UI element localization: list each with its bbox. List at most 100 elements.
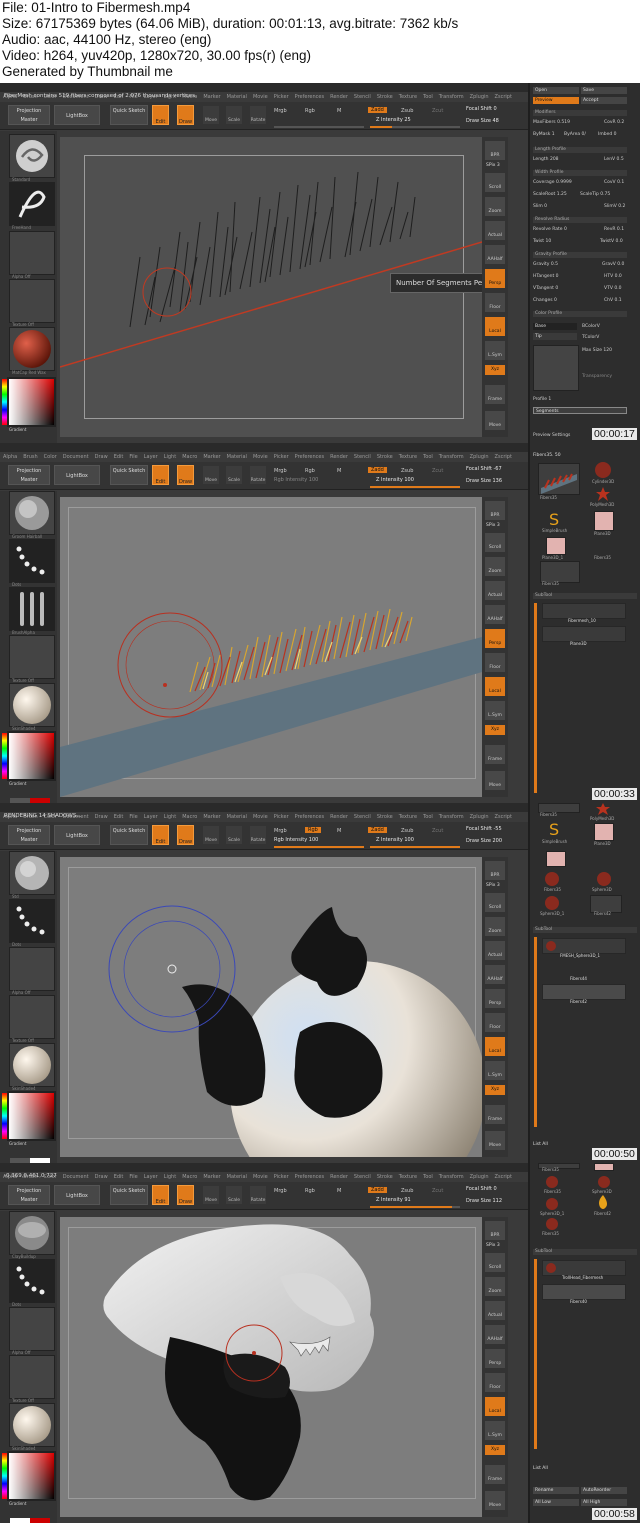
menu-layer[interactable]: Layer <box>144 1174 158 1180</box>
texture-off[interactable] <box>9 995 55 1039</box>
imbed-slider[interactable]: Imbed 0 <box>598 131 626 138</box>
menu-macro[interactable]: Macro <box>182 454 197 460</box>
color-picker[interactable] <box>2 731 56 781</box>
tip-color-swatch[interactable]: Tip <box>533 333 577 340</box>
zcut-toggle[interactable]: Zcut <box>432 1188 443 1194</box>
z-intensity-slider[interactable]: Z Intensity 25 <box>376 117 411 123</box>
focal-shift-slider[interactable]: Focal Shift 0 <box>466 1186 497 1192</box>
edit-button[interactable]: Edit <box>152 825 169 845</box>
lightbox-button[interactable]: LightBox <box>54 105 100 125</box>
covr-slider[interactable]: CovR 0.2 <box>604 119 628 126</box>
menu-document[interactable]: Document <box>63 454 89 460</box>
revolve-radius-header[interactable]: Revolve Radius <box>533 217 627 223</box>
tool-thumb-plane3d[interactable] <box>594 823 614 841</box>
stroke-freehand[interactable] <box>9 182 55 226</box>
menu-layer[interactable]: Layer <box>144 814 158 820</box>
modifiers-header[interactable]: Modifiers <box>533 110 627 116</box>
list-all-button[interactable]: List All <box>533 1141 629 1148</box>
draw-size-slider[interactable]: Draw Size 136 <box>466 478 502 484</box>
bpr-button[interactable]: BPR <box>485 861 505 880</box>
z-intensity-slider[interactable]: Z Intensity 91 <box>376 1197 411 1203</box>
color-picker[interactable] <box>2 377 56 427</box>
local-button[interactable]: Local <box>485 677 505 696</box>
menu-texture[interactable]: Texture <box>399 94 417 100</box>
rgb-toggle[interactable]: Rgb <box>305 468 315 474</box>
edit-button[interactable]: Edit <box>152 1185 169 1205</box>
subtool-scrollbar[interactable] <box>534 603 537 793</box>
preview-button[interactable]: Preview <box>533 97 579 104</box>
draw-button[interactable]: Draw <box>177 105 194 125</box>
subtool-scrollbar[interactable] <box>534 937 537 1127</box>
move-button[interactable]: Move <box>203 826 219 844</box>
gravity-profile-header[interactable]: Gravity Profile <box>533 252 627 258</box>
subtool-scrollbar[interactable] <box>534 1259 537 1449</box>
material-skinshade[interactable] <box>9 1403 55 1447</box>
quick-sketch-button[interactable]: Quick Sketch <box>110 465 148 485</box>
menu-document[interactable]: Document <box>63 1174 89 1180</box>
mrgb-toggle[interactable]: Mrgb <box>274 468 287 474</box>
viewport-canvas[interactable]: Number Of Segments Per Fiber <box>60 137 482 437</box>
chv-slider[interactable]: ChV 0.1 <box>604 297 628 304</box>
tool-thumb-fibers35-b[interactable] <box>540 561 580 583</box>
frame-button[interactable]: Frame <box>485 1465 505 1484</box>
rotate-button[interactable]: Rotate <box>250 826 266 844</box>
menu-color[interactable]: Color <box>44 454 57 460</box>
menu-stroke[interactable]: Stroke <box>377 94 393 100</box>
move-view-button[interactable]: Move <box>485 771 505 790</box>
menu-material[interactable]: Material <box>227 94 247 100</box>
zcut-toggle[interactable]: Zcut <box>432 108 443 114</box>
menu-stencil[interactable]: Stencil <box>354 1174 371 1180</box>
zoom-button[interactable]: Zoom <box>485 557 505 576</box>
quick-sketch-button[interactable]: Quick Sketch <box>110 825 148 845</box>
mrgb-toggle[interactable]: Mrgb <box>274 828 287 834</box>
local-button[interactable]: Local <box>485 1037 505 1056</box>
stroke-dots[interactable] <box>9 1259 55 1303</box>
menu-zplugin[interactable]: Zplugin <box>470 454 489 460</box>
menu-picker[interactable]: Picker <box>274 814 289 820</box>
spix-slider[interactable]: SPix 3 <box>486 1243 500 1248</box>
gradient-swatches[interactable] <box>10 1509 54 1523</box>
bpr-button[interactable]: BPR <box>485 501 505 520</box>
xyz-button[interactable]: Xyz <box>485 1445 505 1455</box>
quick-sketch-button[interactable]: Quick Sketch <box>110 1185 148 1205</box>
move-button[interactable]: Move <box>203 466 219 484</box>
menu-zscript[interactable]: Zscript <box>495 454 512 460</box>
menu-transform[interactable]: Transform <box>439 94 464 100</box>
z-intensity-slider[interactable]: Z Intensity 100 <box>376 837 414 843</box>
menu-tool[interactable]: Tool <box>423 94 433 100</box>
persp-button[interactable]: Persp <box>485 989 505 1008</box>
transparency-slider[interactable]: Transparency <box>582 373 628 380</box>
draw-size-slider[interactable]: Draw Size 48 <box>466 118 499 124</box>
move-view-button[interactable]: Move <box>485 1131 505 1150</box>
menu-movie[interactable]: Movie <box>253 454 268 460</box>
gravv-slider[interactable]: GravV 0.0 <box>602 261 628 268</box>
draw-size-slider[interactable]: Draw Size 200 <box>466 838 502 844</box>
actual-button[interactable]: Actual <box>485 221 505 240</box>
aahalf-button[interactable]: AAHalf <box>485 245 505 264</box>
menu-edit[interactable]: Edit <box>114 814 124 820</box>
menu-marker[interactable]: Marker <box>203 94 220 100</box>
scroll-button[interactable]: Scroll <box>485 533 505 552</box>
bpr-button[interactable]: BPR <box>485 141 505 160</box>
xyz-button[interactable]: Xyz <box>485 725 505 735</box>
viewport-canvas[interactable] <box>60 857 482 1157</box>
scale-button[interactable]: Scale <box>226 1186 242 1204</box>
gradient-swatches[interactable] <box>10 789 54 803</box>
menu-stroke[interactable]: Stroke <box>377 814 393 820</box>
menu-light[interactable]: Light <box>164 814 176 820</box>
persp-button[interactable]: Persp <box>485 1349 505 1368</box>
material-skinshade[interactable] <box>9 683 55 727</box>
xyz-button[interactable]: Xyz <box>485 365 505 375</box>
menu-macro[interactable]: Macro <box>182 814 197 820</box>
all-low-button[interactable]: All Low <box>533 1499 579 1506</box>
frame-button[interactable]: Frame <box>485 745 505 764</box>
stroke-dots[interactable] <box>9 539 55 583</box>
menu-texture[interactable]: Texture <box>399 1174 417 1180</box>
menu-marker[interactable]: Marker <box>203 1174 220 1180</box>
material-red-wax[interactable] <box>9 327 55 371</box>
move-button[interactable]: Move <box>203 1186 219 1204</box>
menu-movie[interactable]: Movie <box>253 94 268 100</box>
color-picker[interactable] <box>2 1451 56 1501</box>
zsub-toggle[interactable]: Zsub <box>401 1188 413 1194</box>
menu-transform[interactable]: Transform <box>439 1174 464 1180</box>
